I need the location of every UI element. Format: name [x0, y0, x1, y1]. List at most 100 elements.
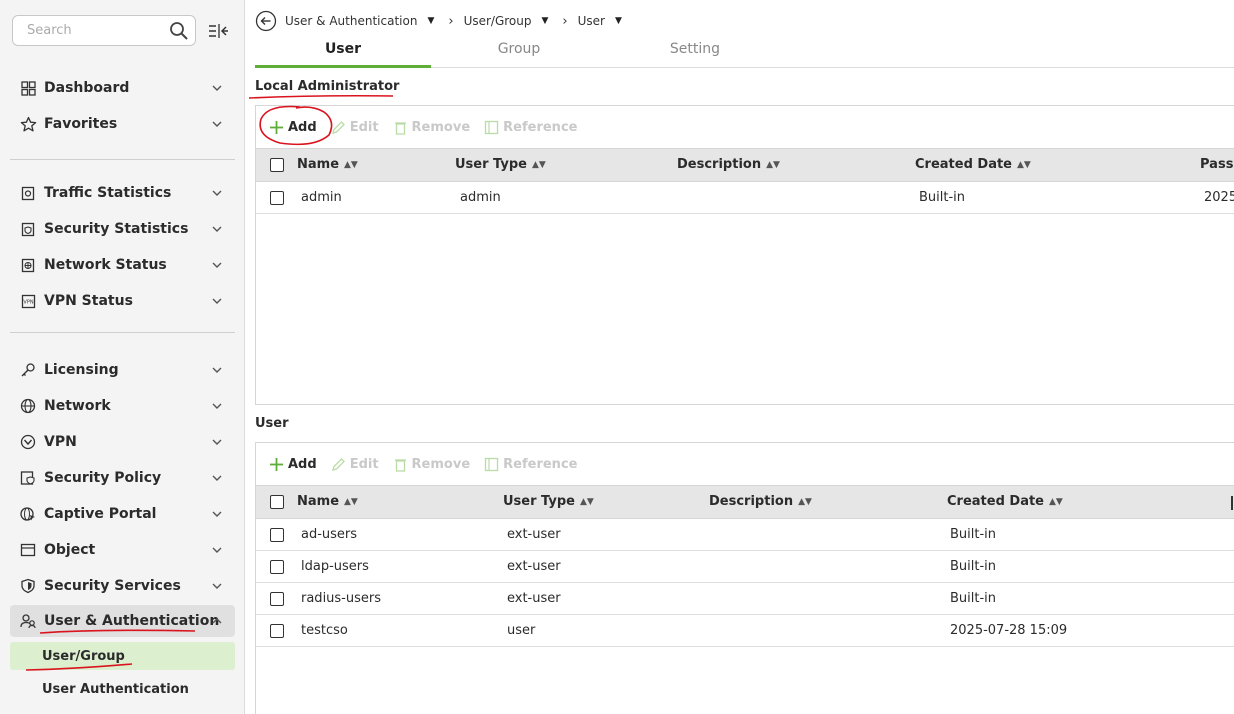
edit-button[interactable]: Edit — [331, 457, 379, 472]
nav-security-policy[interactable]: Security Policy — [10, 462, 235, 494]
reference-button[interactable]: Reference — [484, 457, 577, 472]
local-admin-toolbar: Add Edit Remove Reference — [256, 106, 1234, 148]
cell-user-type: ext-user — [507, 591, 561, 606]
table-row[interactable]: ldap-users ext-user Built-in — [256, 551, 1234, 583]
add-label: Add — [288, 456, 317, 472]
cell-created-date: Built-in — [919, 190, 966, 205]
user-toolbar: Add Edit Remove Reference — [256, 443, 1234, 485]
nav-label: Traffic Statistics — [44, 185, 172, 201]
select-all-checkbox[interactable] — [270, 158, 284, 172]
search-icon[interactable] — [169, 21, 189, 41]
caret-down-icon[interactable]: ▼ — [542, 16, 549, 26]
chevron-down-icon — [212, 298, 222, 304]
sort-icon: ▲▼ — [798, 497, 812, 507]
row-checkbox[interactable] — [270, 528, 284, 542]
cell-name: ldap-users — [301, 559, 369, 574]
chevron-down-icon — [212, 475, 222, 481]
chevron-down-icon — [212, 439, 222, 445]
column-header-user-type[interactable]: User Type ▲▼ — [503, 486, 594, 518]
breadcrumb-item[interactable]: User — [578, 14, 605, 28]
nav-label: Object — [44, 542, 96, 558]
sort-icon: ▲▼ — [1017, 160, 1031, 170]
table-row[interactable]: radius-users ext-user Built-in — [256, 583, 1234, 615]
nav-security-statistics[interactable]: Security Statistics — [10, 213, 235, 245]
cell-user-type: ext-user — [507, 559, 561, 574]
search-box[interactable] — [12, 15, 196, 46]
column-header-created-date[interactable]: Created Date ▲▼ — [915, 149, 1031, 181]
nav-network[interactable]: Network — [10, 390, 235, 422]
chevron-down-icon — [212, 583, 222, 589]
column-header-name[interactable]: Name ▲▼ — [297, 149, 358, 181]
shield-icon — [19, 577, 37, 595]
edit-label: Edit — [349, 456, 379, 472]
chevron-down-icon — [212, 262, 222, 268]
sidebar-divider — [10, 159, 235, 160]
key-icon — [19, 361, 37, 379]
column-header-password[interactable]: Passw — [1200, 149, 1234, 181]
add-button[interactable]: Add — [269, 120, 317, 135]
sub-item-user-group[interactable]: User/Group — [10, 642, 235, 670]
caret-down-icon[interactable]: ▼ — [427, 16, 434, 26]
captive-portal-icon — [19, 505, 37, 523]
security-policy-icon — [19, 469, 37, 487]
sub-item-label: User Authentication — [42, 681, 189, 697]
sort-icon: ▲▼ — [344, 497, 358, 507]
nav-object[interactable]: Object — [10, 534, 235, 566]
plus-icon — [270, 120, 283, 134]
tab-group[interactable]: Group — [431, 37, 607, 68]
column-resize-handle[interactable] — [1231, 496, 1233, 510]
search-input[interactable] — [13, 16, 163, 45]
column-header-created-date[interactable]: Created Date ▲▼ — [947, 486, 1063, 518]
cell-password: 2025 — [1204, 190, 1234, 205]
column-header-description[interactable]: Description ▲▼ — [709, 486, 812, 518]
nav-dashboard[interactable]: Dashboard — [10, 72, 235, 104]
breadcrumb-item[interactable]: User & Authentication — [285, 14, 417, 28]
caret-down-icon[interactable]: ▼ — [615, 16, 622, 26]
select-all-checkbox[interactable] — [270, 495, 284, 509]
tab-bar: User Group Setting — [255, 37, 1234, 68]
plus-icon — [270, 457, 283, 471]
nav-vpn-status[interactable]: VPN VPN Status — [10, 285, 235, 317]
nav-vpn[interactable]: VPN — [10, 426, 235, 458]
tab-setting[interactable]: Setting — [607, 37, 783, 68]
breadcrumb-item[interactable]: User/Group — [464, 14, 532, 28]
add-button[interactable]: Add — [269, 457, 317, 472]
row-checkbox[interactable] — [270, 592, 284, 606]
edit-button[interactable]: Edit — [331, 120, 379, 135]
nav-label: VPN Status — [44, 293, 133, 309]
reference-button[interactable]: Reference — [484, 120, 577, 135]
nav-favorites[interactable]: Favorites — [10, 108, 235, 140]
back-arrow-icon[interactable] — [255, 10, 277, 32]
nav-traffic-statistics[interactable]: Traffic Statistics — [10, 177, 235, 209]
main-content: User & Authentication ▼ › User/Group ▼ ›… — [245, 0, 1234, 714]
cell-created-date: Built-in — [950, 559, 997, 574]
add-label: Add — [288, 119, 317, 135]
column-header-description[interactable]: Description ▲▼ — [677, 149, 780, 181]
column-header-name[interactable]: Name ▲▼ — [297, 486, 358, 518]
row-checkbox[interactable] — [270, 560, 284, 574]
nav-licensing[interactable]: Licensing — [10, 354, 235, 386]
table-row[interactable]: testcso user 2025-07-28 15:09 — [256, 615, 1234, 647]
dashboard-icon — [19, 79, 37, 97]
tab-user[interactable]: User — [255, 37, 431, 68]
row-checkbox[interactable] — [270, 624, 284, 638]
remove-button[interactable]: Remove — [393, 120, 470, 135]
nav-captive-portal[interactable]: Captive Portal — [10, 498, 235, 530]
row-checkbox[interactable] — [270, 191, 284, 205]
sub-item-user-authentication[interactable]: User Authentication — [10, 675, 235, 703]
nav-label: User & Authentication — [44, 613, 220, 629]
nav-security-services[interactable]: Security Services — [10, 570, 235, 602]
column-header-user-type[interactable]: User Type ▲▼ — [455, 149, 546, 181]
edit-label: Edit — [349, 119, 379, 135]
collapse-sidebar-icon[interactable] — [207, 22, 229, 40]
sidebar-divider — [10, 332, 235, 333]
remove-button[interactable]: Remove — [393, 457, 470, 472]
table-row[interactable]: ad-users ext-user Built-in — [256, 519, 1234, 551]
nav-network-status[interactable]: Network Status — [10, 249, 235, 281]
network-status-icon — [19, 256, 37, 274]
nav-label: Licensing — [44, 362, 119, 378]
reference-label: Reference — [503, 119, 578, 135]
nav-user-authentication[interactable]: User & Authentication — [10, 605, 235, 637]
table-row[interactable]: admin admin Built-in 2025 — [256, 182, 1234, 214]
sort-icon: ▲▼ — [531, 160, 546, 170]
